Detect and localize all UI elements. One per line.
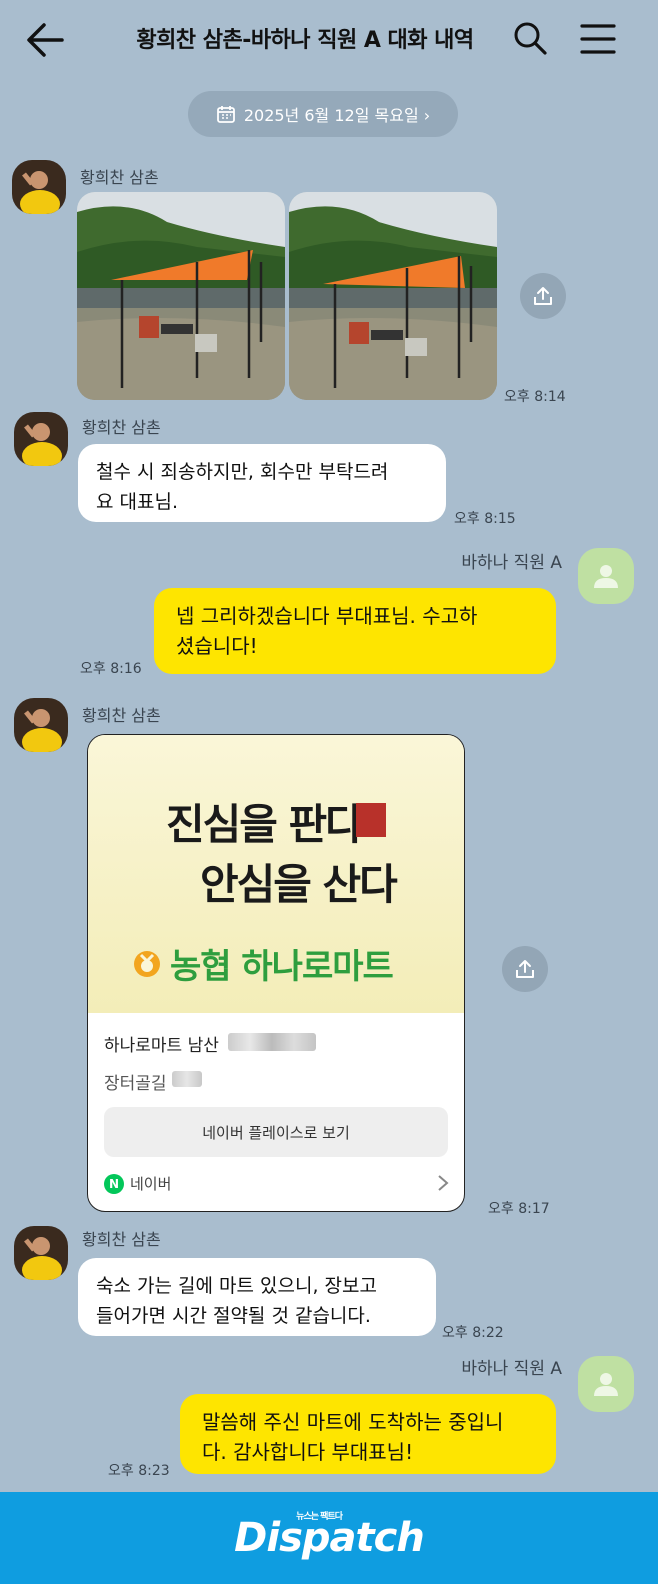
avatar[interactable] [12, 160, 66, 214]
redacted-text [228, 1033, 316, 1051]
sender-name: 황희찬 삼촌 [82, 418, 161, 437]
message-text: 들어가면 시간 절약될 것 같습니다. [96, 1305, 371, 1327]
message-time: 오후 8:23 [108, 1463, 170, 1479]
back-button[interactable] [24, 20, 68, 60]
message-text: 철수 시 죄송하지만, 회수만 부탁드려 [96, 461, 389, 483]
seal-stamp [356, 803, 386, 837]
message-text: 넵 그리하겠습니다 부대표님. 수고하 [176, 604, 478, 628]
avatar[interactable] [14, 1226, 68, 1280]
brand-logo: 농협 하나로마트 [132, 939, 394, 988]
nonghyup-logo-icon [134, 950, 160, 977]
chevron-right-icon[interactable] [436, 1173, 450, 1193]
avatar[interactable] [14, 412, 68, 466]
share-button[interactable] [502, 946, 548, 992]
back-arrow-icon [27, 23, 64, 57]
message-text: 숙소 가는 길에 마트 있으니, 장보고 [96, 1275, 377, 1297]
message-bubble[interactable]: 철수 시 죄송하지만, 회수만 부탁드려 요 대표님. [78, 444, 446, 522]
place-card[interactable]: 진심을 판다 안심을 산다 농협 하나로마트 하나로마트 남산 장터골길 네이버… [87, 734, 465, 1212]
my-avatar[interactable] [578, 548, 634, 604]
calendar-icon [216, 106, 235, 123]
message-time: 오후 8:16 [80, 661, 142, 677]
naver-logo-icon: N [104, 1173, 124, 1194]
redacted-text [172, 1071, 202, 1087]
message-time: 오후 8:22 [442, 1325, 504, 1341]
date-label: 2025년 6월 12일 목요일 › [243, 106, 431, 125]
menu-icon [580, 24, 616, 54]
menu-button[interactable] [580, 22, 616, 56]
profile-photo [14, 1226, 68, 1280]
place-thumbnail: 진심을 판다 안심을 산다 농협 하나로마트 [88, 735, 464, 1013]
brand-name: 농협 하나로마트 [170, 947, 394, 987]
banner-tagline: 뉴스는 팩트다 [296, 1512, 343, 1522]
message-text: 다. 감사합니다 부대표님! [202, 1440, 414, 1464]
slogan-line: 안심을 산다 [200, 860, 398, 909]
search-button[interactable] [512, 20, 548, 56]
message-time: 오후 8:14 [504, 389, 566, 405]
dispatch-banner: 뉴스는 팩트다 Dispatch [0, 1492, 658, 1584]
message-text: 요 대표님. [96, 491, 178, 513]
default-profile-icon [594, 565, 618, 588]
sender-name: 바하나 직원 A [461, 553, 562, 573]
place-name: 하나로마트 남산 [104, 1036, 219, 1056]
sender-name: 바하나 직원 A [461, 1359, 562, 1379]
avatar[interactable] [14, 698, 68, 752]
place-address: 장터골길 [104, 1074, 167, 1094]
message-time: 오후 8:15 [454, 511, 516, 527]
profile-photo [14, 412, 68, 466]
search-icon [514, 22, 547, 55]
photo-attachment[interactable] [77, 192, 285, 400]
message-bubble[interactable]: 말씀해 주신 마트에 도착하는 중입니 다. 감사합니다 부대표님! [180, 1394, 556, 1474]
default-profile-icon [594, 1373, 618, 1396]
sender-name: 황희찬 삼촌 [82, 1230, 161, 1249]
message-bubble[interactable]: 넵 그리하겠습니다 부대표님. 수고하 셨습니다! [154, 588, 556, 674]
message-text: 말씀해 주신 마트에 도착하는 중입니 [202, 1410, 504, 1434]
sender-name: 황희찬 삼촌 [80, 168, 159, 187]
card-source[interactable]: N 네이버 [104, 1173, 171, 1194]
profile-photo [12, 160, 66, 214]
dispatch-logo: 뉴스는 팩트다 Dispatch [234, 1512, 425, 1561]
profile-photo [14, 698, 68, 752]
share-icon [516, 960, 534, 978]
chat-header: 황희찬 삼촌-바하나 직원 A 대화 내역 [0, 0, 658, 80]
date-divider[interactable]: 2025년 6월 12일 목요일 › [188, 91, 458, 137]
camping-photo [289, 192, 497, 400]
sender-name: 황희찬 삼촌 [82, 706, 161, 725]
message-bubble[interactable]: 숙소 가는 길에 마트 있으니, 장보고 들어가면 시간 절약될 것 같습니다. [78, 1258, 436, 1336]
share-icon [534, 287, 552, 305]
camping-photo [77, 192, 285, 400]
message-time: 오후 8:17 [488, 1201, 550, 1217]
chat-title: 황희찬 삼촌-바하나 직원 A 대화 내역 [136, 28, 474, 53]
slogan-line: 진심을 판다 [166, 800, 364, 849]
photo-attachment[interactable] [289, 192, 497, 400]
source-label: 네이버 [130, 1175, 172, 1193]
message-text: 셨습니다! [176, 634, 258, 658]
naver-place-button[interactable]: 네이버 플레이스로 보기 [104, 1107, 448, 1157]
share-button[interactable] [520, 273, 566, 319]
my-avatar[interactable] [578, 1356, 634, 1412]
